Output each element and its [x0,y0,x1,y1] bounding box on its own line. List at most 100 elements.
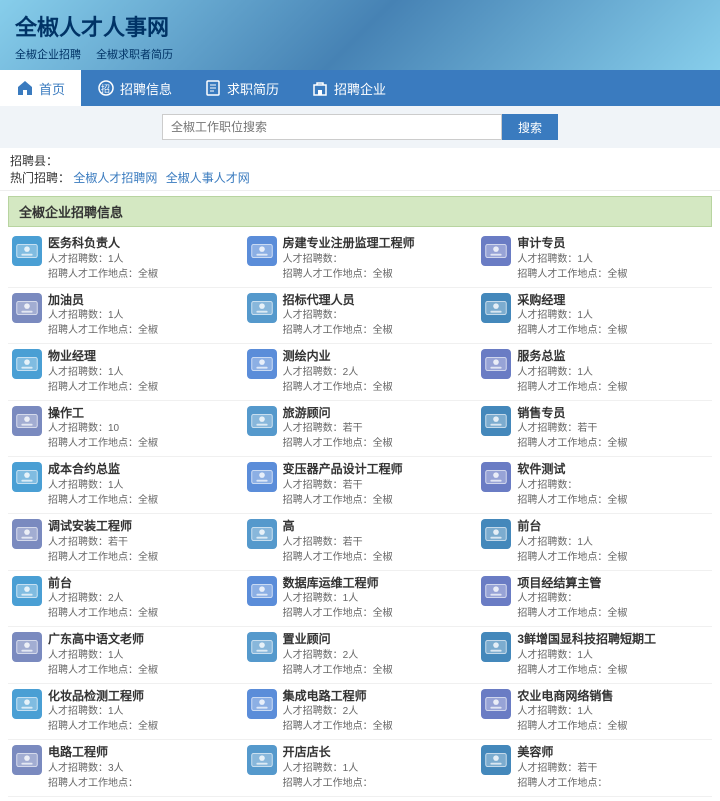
job-item[interactable]: 房建专业注册监理工程师 人才招聘数：招聘人才工作地点：全椒 [243,231,478,288]
job-title[interactable]: 项目经结算主管 [517,576,708,592]
job-item[interactable]: 化妆品检测工程师 人才招聘数：1人招聘人才工作地点：全椒 [8,684,243,741]
job-meta: 人才招聘数：若干招聘人才工作地点：全椒 [48,535,239,565]
job-icon [12,745,42,775]
job-item[interactable]: 集成电路工程师 人才招聘数：2人招聘人才工作地点：全椒 [243,684,478,741]
job-title[interactable]: 置业顾问 [283,632,474,648]
job-icon [247,689,277,719]
job-title[interactable]: 农业电商网络销售 [517,689,708,705]
job-title[interactable]: 旅游顾问 [283,406,474,422]
job-meta: 人才招聘数：2人招聘人才工作地点：全椒 [283,704,474,734]
nav-resume[interactable]: 求职简历 [188,70,295,106]
job-title[interactable]: 电路工程师 [48,745,239,761]
job-meta: 人才招聘数：1人招聘人才工作地点：全椒 [48,308,239,338]
job-title[interactable]: 前台 [48,576,239,592]
job-info: 置业顾问 人才招聘数：2人招聘人才工作地点：全椒 [283,632,474,678]
job-item[interactable]: 采购经理 人才招聘数：1人招聘人才工作地点：全椒 [477,288,712,345]
job-info: 成本合约总监 人才招聘数：1人招聘人才工作地点：全椒 [48,462,239,508]
job-icon [12,689,42,719]
job-item[interactable]: 3鲜增国显科技招聘短期工 人才招聘数：1人招聘人才工作地点：全椒 [477,627,712,684]
job-title[interactable]: 物业经理 [48,349,239,365]
job-meta: 人才招聘数：1人招聘人才工作地点：全椒 [48,252,239,282]
job-icon [12,462,42,492]
job-item[interactable]: 前台 人才招聘数：1人招聘人才工作地点：全椒 [477,514,712,571]
job-item[interactable]: 变压器产品设计工程师 人才招聘数：若干招聘人才工作地点：全椒 [243,457,478,514]
job-item[interactable]: 电路工程师 人才招聘数：3人招聘人才工作地点： [8,740,243,797]
job-item[interactable]: 调试安装工程师 人才招聘数：若干招聘人才工作地点：全椒 [8,514,243,571]
job-title[interactable]: 服务总监 [517,349,708,365]
job-icon [481,236,511,266]
job-title[interactable]: 加油员 [48,293,239,309]
job-title[interactable]: 高 [283,519,474,535]
job-item[interactable]: 审计专员 人才招聘数：1人招聘人才工作地点：全椒 [477,231,712,288]
job-info: 农业电商网络销售 人才招聘数：1人招聘人才工作地点：全椒 [517,689,708,735]
job-item[interactable]: 成本合约总监 人才招聘数：1人招聘人才工作地点：全椒 [8,457,243,514]
section-header: 全椒企业招聘信息 [8,196,712,227]
job-info: 前台 人才招聘数：1人招聘人才工作地点：全椒 [517,519,708,565]
job-info: 数据库运维工程师 人才招聘数：1人招聘人才工作地点：全椒 [283,576,474,622]
job-item[interactable]: 物业经理 人才招聘数：1人招聘人才工作地点：全椒 [8,344,243,401]
job-item[interactable]: 开店店长 人才招聘数：1人招聘人才工作地点： [243,740,478,797]
job-item[interactable]: 加油员 人才招聘数：1人招聘人才工作地点：全椒 [8,288,243,345]
job-item[interactable]: 美容师 人才招聘数：若干招聘人才工作地点： [477,740,712,797]
job-title[interactable]: 销售专员 [517,406,708,422]
job-item[interactable]: 数据库运维工程师 人才招聘数：1人招聘人才工作地点：全椒 [243,571,478,628]
job-meta: 人才招聘数：招聘人才工作地点：全椒 [517,478,708,508]
job-title[interactable]: 审计专员 [517,236,708,252]
job-title[interactable]: 集成电路工程师 [283,689,474,705]
job-title[interactable]: 成本合约总监 [48,462,239,478]
job-title[interactable]: 变压器产品设计工程师 [283,462,474,478]
job-item[interactable]: 操作工 人才招聘数：10招聘人才工作地点：全椒 [8,401,243,458]
job-title[interactable]: 测绘内业 [283,349,474,365]
job-item[interactable]: 广东高中语文老师 人才招聘数：1人招聘人才工作地点：全椒 [8,627,243,684]
job-icon [12,236,42,266]
county-label: 招聘县： [10,154,58,168]
job-meta: 人才招聘数：1人招聘人才工作地点：全椒 [517,704,708,734]
job-title[interactable]: 前台 [517,519,708,535]
job-item[interactable]: 置业顾问 人才招聘数：2人招聘人才工作地点：全椒 [243,627,478,684]
nav-recruit[interactable]: 招 招聘信息 [81,70,188,106]
search-button[interactable]: 搜索 [502,114,558,140]
job-icon [247,293,277,323]
job-item[interactable]: 高 人才招聘数：若干招聘人才工作地点：全椒 [243,514,478,571]
job-icon [247,632,277,662]
job-item[interactable]: 服务总监 人才招聘数：1人招聘人才工作地点：全椒 [477,344,712,401]
job-title[interactable]: 美容师 [517,745,708,761]
job-item[interactable]: 销售专员 人才招聘数：若干招聘人才工作地点：全椒 [477,401,712,458]
job-meta: 人才招聘数：招聘人才工作地点：全椒 [283,252,474,282]
job-info: 高 人才招聘数：若干招聘人才工作地点：全椒 [283,519,474,565]
search-input[interactable] [162,114,502,140]
job-info: 化妆品检测工程师 人才招聘数：1人招聘人才工作地点：全椒 [48,689,239,735]
job-meta: 人才招聘数：若干招聘人才工作地点：全椒 [283,478,474,508]
job-title[interactable]: 医务科负责人 [48,236,239,252]
job-info: 美容师 人才招聘数：若干招聘人才工作地点： [517,745,708,791]
job-info: 采购经理 人才招聘数：1人招聘人才工作地点：全椒 [517,293,708,339]
job-item[interactable]: 测绘内业 人才招聘数：2人招聘人才工作地点：全椒 [243,344,478,401]
job-title[interactable]: 广东高中语文老师 [48,632,239,648]
job-title[interactable]: 数据库运维工程师 [283,576,474,592]
job-grid: 医务科负责人 人才招聘数：1人招聘人才工作地点：全椒 房建专业注册监理工程师 人… [0,227,720,801]
hot-link-1[interactable]: 全椒人才招聘网 [73,171,157,185]
job-title[interactable]: 招标代理人员 [283,293,474,309]
job-title[interactable]: 化妆品检测工程师 [48,689,239,705]
nav-home[interactable]: 首页 [0,70,81,106]
job-title[interactable]: 房建专业注册监理工程师 [283,236,474,252]
nav-enterprise[interactable]: 招聘企业 [295,70,402,106]
job-title[interactable]: 开店店长 [283,745,474,761]
job-title[interactable]: 软件测试 [517,462,708,478]
job-title[interactable]: 3鲜增国显科技招聘短期工 [517,632,708,648]
job-meta: 人才招聘数：2人招聘人才工作地点：全椒 [283,648,474,678]
job-item[interactable]: 软件测试 人才招聘数：招聘人才工作地点：全椒 [477,457,712,514]
job-item[interactable]: 农业电商网络销售 人才招聘数：1人招聘人才工作地点：全椒 [477,684,712,741]
job-icon [481,632,511,662]
hot-link-2[interactable]: 全椒人事人才网 [166,171,250,185]
job-item[interactable]: 前台 人才招聘数：2人招聘人才工作地点：全椒 [8,571,243,628]
job-item[interactable]: 医务科负责人 人才招聘数：1人招聘人才工作地点：全椒 [8,231,243,288]
job-icon [247,462,277,492]
job-title[interactable]: 调试安装工程师 [48,519,239,535]
job-item[interactable]: 招标代理人员 人才招聘数：招聘人才工作地点：全椒 [243,288,478,345]
job-item[interactable]: 旅游顾问 人才招聘数：若干招聘人才工作地点：全椒 [243,401,478,458]
job-item[interactable]: 项目经结算主管 人才招聘数：招聘人才工作地点：全椒 [477,571,712,628]
job-title[interactable]: 采购经理 [517,293,708,309]
job-title[interactable]: 操作工 [48,406,239,422]
job-meta: 人才招聘数：若干招聘人才工作地点：全椒 [517,421,708,451]
